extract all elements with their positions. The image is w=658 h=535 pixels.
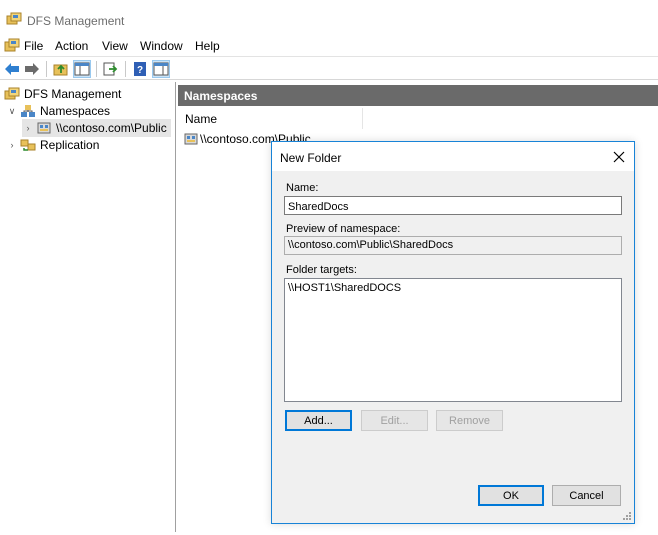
toolbar-separator [46, 61, 47, 77]
forward-arrow-icon [25, 63, 39, 75]
show-action-pane-button[interactable] [152, 60, 170, 78]
tree-item-dfs-management[interactable]: DFS Management [4, 85, 121, 103]
column-header-name[interactable]: Name [178, 108, 363, 129]
up-one-level-button[interactable] [52, 60, 70, 78]
dialog-title-bar: New Folder [272, 142, 634, 171]
tree-label: DFS Management [24, 87, 122, 101]
replication-icon [20, 139, 36, 151]
console-tree: DFS Management ∨ Namespaces › \\contoso.… [0, 82, 176, 532]
mmc-console-icon[interactable] [4, 38, 20, 53]
new-folder-dialog: New Folder Name: Preview of namespace: \… [271, 141, 635, 524]
edit-button[interactable]: Edit... [361, 410, 428, 431]
up-folder-icon [53, 64, 68, 76]
forward-button[interactable] [23, 60, 41, 78]
namespaces-icon [21, 105, 35, 117]
help-icon: ? [134, 62, 146, 76]
name-label: Name: [286, 182, 319, 194]
dfs-app-icon [6, 12, 22, 25]
preview-field: \\contoso.com\Public\SharedDocs [284, 236, 622, 255]
dfs-management-icon [4, 87, 20, 100]
title-bar: DFS Management [0, 0, 658, 36]
chevron-right-icon[interactable]: › [22, 122, 34, 134]
menu-action[interactable]: Action [55, 39, 88, 53]
tree-item-namespaces[interactable]: ∨ Namespaces [6, 102, 110, 120]
tree-label: Replication [40, 138, 100, 152]
chevron-right-icon[interactable]: › [6, 139, 18, 151]
show-action-pane-icon [153, 62, 169, 76]
namespace-server-icon [184, 133, 198, 145]
list-item[interactable]: \\HOST1\SharedDOCS [288, 282, 401, 294]
namespace-server-icon [37, 122, 51, 134]
export-list-icon [103, 62, 118, 76]
chevron-down-icon[interactable]: ∨ [6, 105, 18, 117]
toolbar: ? [0, 56, 658, 80]
window-title: DFS Management [27, 14, 125, 28]
help-button[interactable]: ? [131, 60, 149, 78]
cancel-button[interactable]: Cancel [552, 485, 621, 506]
back-button[interactable] [3, 60, 21, 78]
ok-button[interactable]: OK [478, 485, 544, 506]
show-hide-tree-icon [74, 62, 90, 76]
folder-targets-list[interactable]: \\HOST1\SharedDOCS [284, 278, 622, 402]
menu-view[interactable]: View [102, 39, 128, 53]
tree-item-replication[interactable]: › Replication [6, 136, 100, 154]
close-icon[interactable] [610, 148, 628, 166]
menu-help[interactable]: Help [195, 39, 220, 53]
add-button[interactable]: Add... [285, 410, 352, 431]
folder-targets-label: Folder targets: [286, 264, 357, 276]
toolbar-separator [125, 61, 126, 77]
dialog-title: New Folder [280, 151, 342, 165]
tree-label: Namespaces [40, 104, 111, 118]
pane-header: Namespaces [178, 85, 658, 106]
svg-text:?: ? [137, 65, 143, 76]
name-input[interactable] [284, 196, 622, 215]
menu-window[interactable]: Window [140, 39, 183, 53]
preview-label: Preview of namespace: [286, 223, 401, 235]
tree-label: \\contoso.com\Public [56, 121, 167, 135]
tree-item-namespace-public[interactable]: › \\contoso.com\Public [22, 119, 171, 137]
back-arrow-icon [5, 63, 19, 75]
menu-bar: File Action View Window Help [0, 36, 658, 56]
remove-button[interactable]: Remove [436, 410, 503, 431]
resize-grip-icon[interactable] [622, 511, 632, 521]
toolbar-separator [96, 61, 97, 77]
show-hide-tree-button[interactable] [73, 60, 91, 78]
menu-file[interactable]: File [24, 39, 43, 53]
export-list-button[interactable] [102, 60, 120, 78]
